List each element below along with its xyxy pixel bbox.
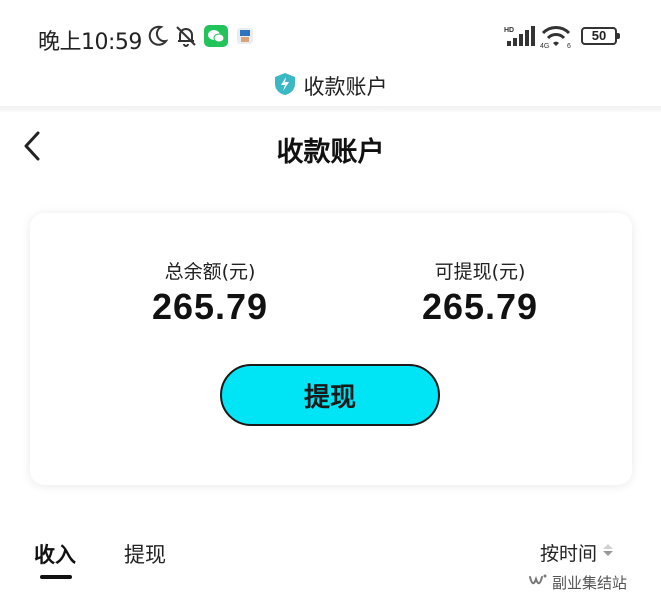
- balance-card: 总余额(元) 265.79 可提现(元) 265.79 提现: [30, 213, 632, 485]
- wechat-icon: [204, 25, 228, 51]
- battery-icon: 50: [581, 27, 620, 45]
- status-time: 晚上10:59: [38, 30, 142, 55]
- withdraw-button[interactable]: 提现: [220, 364, 440, 426]
- svg-text:4G: 4G: [540, 43, 549, 48]
- active-tab-indicator: [40, 575, 72, 579]
- watermark: 副业集结站: [528, 571, 627, 593]
- mini-title: 收款账户: [303, 75, 388, 99]
- wifi-icon: 4G 6: [540, 24, 572, 52]
- sort-by-time-button[interactable]: 按时间: [540, 539, 615, 566]
- divider: [0, 106, 661, 112]
- tab-income[interactable]: 收入: [34, 539, 76, 569]
- mini-title-bar: 收款账户: [0, 68, 661, 104]
- svg-text:HD: HD: [504, 27, 514, 34]
- wechat-channel-icon: [528, 571, 548, 593]
- shield-bolt-icon: [274, 72, 296, 100]
- total-balance-label: 总余额(元): [164, 261, 256, 283]
- sort-triangle-icon: [601, 541, 615, 564]
- available-balance: 可提现(元) 265.79: [370, 257, 590, 328]
- app-notification-icon: [236, 27, 254, 49]
- nav-bar: 收款账户: [0, 120, 661, 176]
- available-balance-value: 265.79: [421, 286, 539, 327]
- total-balance-value: 265.79: [151, 286, 269, 327]
- total-balance: 总余额(元) 265.79: [100, 257, 320, 328]
- moon-icon: [146, 24, 169, 52]
- status-bar: 晚上10:59 HD 4G 6 50: [0, 0, 661, 72]
- tab-withdraw[interactable]: 提现: [124, 539, 166, 569]
- page-title: 收款账户: [276, 137, 385, 168]
- watermark-text: 副业集结站: [552, 573, 628, 592]
- available-balance-label: 可提现(元): [434, 261, 526, 283]
- hd-signal-icon: HD: [504, 25, 536, 51]
- bell-off-icon: [174, 24, 198, 52]
- svg-text:6: 6: [567, 43, 571, 48]
- sort-label: 按时间: [540, 543, 598, 565]
